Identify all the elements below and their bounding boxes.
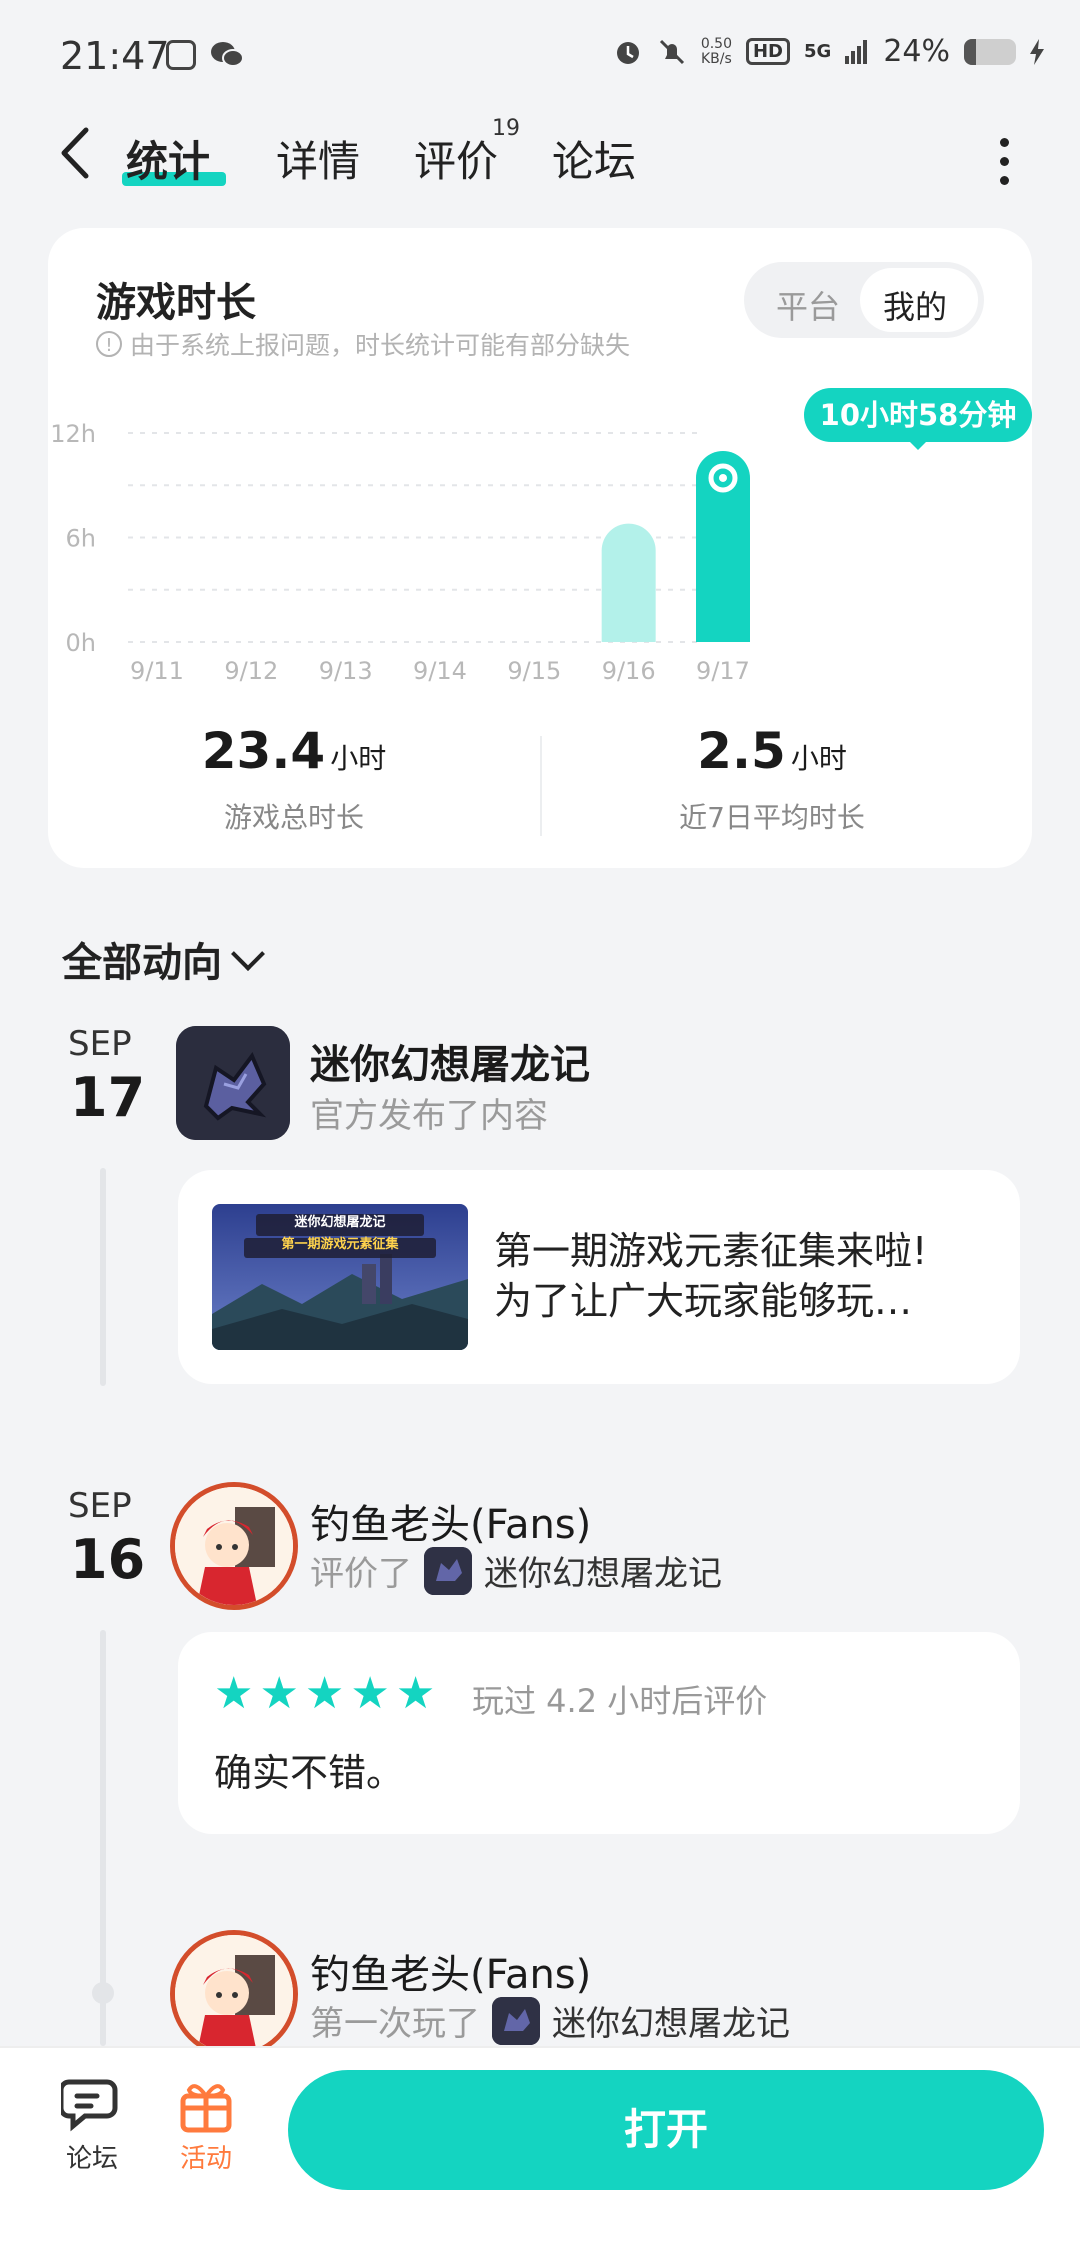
action-verb: 评价了 bbox=[310, 1554, 412, 1594]
signal-icon bbox=[845, 39, 868, 64]
chevron-down-icon bbox=[231, 937, 265, 971]
post-line: 第一期游戏元素征集来啦! bbox=[494, 1229, 928, 1273]
bar-marker-dot bbox=[719, 473, 727, 482]
avg-playtime-stat: 2.5 小时 bbox=[540, 722, 1004, 780]
star-icon: ★ bbox=[259, 1668, 299, 1719]
alarm-icon bbox=[616, 41, 639, 64]
x-tick-label: 9/16 bbox=[602, 657, 656, 685]
entry-action: 官方发布了内容 bbox=[310, 1096, 548, 1136]
review-card[interactable] bbox=[178, 1632, 1020, 1834]
post-excerpt[interactable]: 第一期游戏元素征集来啦! 为了让广大玩家能够玩… bbox=[494, 1226, 974, 1326]
tab-reviews[interactable]: 评价 bbox=[414, 128, 498, 189]
gift-icon bbox=[180, 2084, 232, 2133]
activity-label: 活动 bbox=[179, 2144, 232, 2174]
activity-button[interactable]: 活动 bbox=[170, 2076, 242, 2175]
status-time: 21:47 bbox=[60, 34, 170, 78]
stat-unit: 小时 bbox=[790, 742, 847, 775]
action-verb: 第一次玩了 bbox=[310, 2004, 480, 2044]
entry-day: 17 bbox=[70, 1066, 146, 1129]
battery-icon bbox=[964, 38, 1016, 65]
star-icon: ★ bbox=[304, 1668, 345, 1719]
x-tick-label: 9/12 bbox=[224, 657, 278, 685]
game-name-link[interactable]: 迷你幻想屠龙记 bbox=[484, 1546, 722, 1595]
network-type: 5G bbox=[804, 41, 832, 62]
entry-action-row: 评价了 迷你幻想屠龙记 bbox=[310, 1546, 722, 1595]
x-tick-label: 9/17 bbox=[696, 657, 750, 685]
charging-icon bbox=[1030, 38, 1044, 65]
tab-details[interactable]: 详情 bbox=[276, 128, 360, 189]
total-playtime-stat: 23.4 小时 bbox=[48, 722, 540, 780]
post-line: 为了让广大玩家能够玩… bbox=[494, 1279, 913, 1323]
toggle-mine[interactable]: 我的 bbox=[883, 282, 947, 328]
star-icon: ★ bbox=[350, 1668, 390, 1719]
hd-badge: HD bbox=[745, 38, 790, 65]
user-name[interactable]: 钓鱼老头(Fans) bbox=[310, 1942, 591, 2000]
review-text: 确实不错。 bbox=[214, 1751, 405, 1795]
game-name-link[interactable]: 迷你幻想屠龙记 bbox=[552, 1996, 790, 2045]
entry-month: SEP bbox=[68, 1486, 132, 1526]
tab-forum[interactable]: 论坛 bbox=[552, 128, 636, 189]
toggle-platform[interactable]: 平台 bbox=[776, 282, 840, 328]
feed-filter-label: 全部动向 bbox=[62, 940, 222, 986]
chart-bar bbox=[601, 523, 656, 642]
stat-label: 近7日平均时长 bbox=[679, 801, 865, 834]
app-notification-icon bbox=[166, 40, 196, 70]
back-icon[interactable] bbox=[54, 126, 96, 180]
chart-tooltip: 10小时58分钟 bbox=[804, 388, 1032, 442]
battery-percent: 24% bbox=[883, 34, 950, 69]
stat-unit: 小时 bbox=[330, 742, 387, 775]
star-icon: ★ bbox=[395, 1668, 436, 1719]
feed-filter-dropdown[interactable]: 全部动向 bbox=[62, 930, 265, 988]
y-tick-label: 6h bbox=[66, 525, 96, 553]
stat-label: 游戏总时长 bbox=[223, 801, 364, 834]
game-icon[interactable] bbox=[176, 1026, 290, 1140]
x-tick-label: 9/13 bbox=[319, 657, 373, 685]
tab-stats[interactable]: 统计 bbox=[126, 128, 210, 189]
thumb-subtitle: 第一期游戏元素征集 bbox=[281, 1237, 399, 1252]
x-tick-label: 9/14 bbox=[413, 657, 467, 685]
star-icon: ★ bbox=[214, 1668, 254, 1719]
more-menu-icon[interactable] bbox=[1000, 138, 1010, 195]
playtime-chart: 12h 6h 0h 9/11 9/12 9/13 9/14 9/15 9/16 9/17 bbox=[50, 420, 750, 685]
forum-icon bbox=[58, 2079, 118, 2132]
forum-button[interactable]: 论坛 bbox=[56, 2076, 128, 2175]
stat-value: 2.5 bbox=[697, 722, 786, 780]
entry-title[interactable]: 迷你幻想屠龙记 bbox=[310, 1032, 590, 1090]
info-icon: ! bbox=[96, 331, 122, 357]
user-name[interactable]: 钓鱼老头(Fans) bbox=[310, 1492, 591, 1550]
entry-day: 16 bbox=[70, 1528, 146, 1591]
net-speed: 0.50 KB/s bbox=[700, 35, 732, 67]
thumb-title: 迷你幻想屠龙记 bbox=[294, 1215, 386, 1230]
user-avatar[interactable] bbox=[170, 1930, 298, 2058]
status-right: 0.50 KB/s HD 5G 24% bbox=[613, 34, 1044, 69]
user-avatar[interactable] bbox=[170, 1482, 298, 1610]
rating-stars: ★ ★ ★ ★ ★ bbox=[214, 1672, 435, 1716]
review-meta: 玩过 4.2 小时后评价 bbox=[472, 1682, 768, 1720]
card-note: ! 由于系统上报问题，时长统计可能有部分缺失 bbox=[96, 326, 630, 362]
timeline-line bbox=[100, 1168, 106, 1386]
y-tick-label: 0h bbox=[66, 629, 96, 657]
card-title: 游戏时长 bbox=[96, 280, 256, 326]
stat-value: 23.4 bbox=[201, 722, 326, 780]
x-tick-label: 9/11 bbox=[130, 657, 184, 685]
entry-month: SEP bbox=[68, 1024, 132, 1064]
y-tick-label: 12h bbox=[50, 420, 96, 448]
mute-bell-icon bbox=[659, 39, 684, 64]
forum-label: 论坛 bbox=[65, 2144, 118, 2174]
open-game-button[interactable]: 打开 bbox=[288, 2070, 1044, 2190]
mini-game-icon bbox=[492, 1996, 540, 2045]
timeline-dot bbox=[92, 1982, 114, 2004]
x-tick-label: 9/15 bbox=[507, 657, 561, 685]
entry-action-row: 第一次玩了 迷你幻想屠龙记 bbox=[310, 1996, 790, 2045]
tooltip-tail bbox=[908, 440, 928, 450]
note-text: 由于系统上报问题，时长统计可能有部分缺失 bbox=[130, 331, 631, 360]
mini-game-icon bbox=[424, 1546, 472, 1595]
reviews-count-badge: 19 bbox=[492, 116, 520, 141]
wechat-icon bbox=[211, 42, 244, 67]
status-notification-icons bbox=[166, 40, 244, 70]
